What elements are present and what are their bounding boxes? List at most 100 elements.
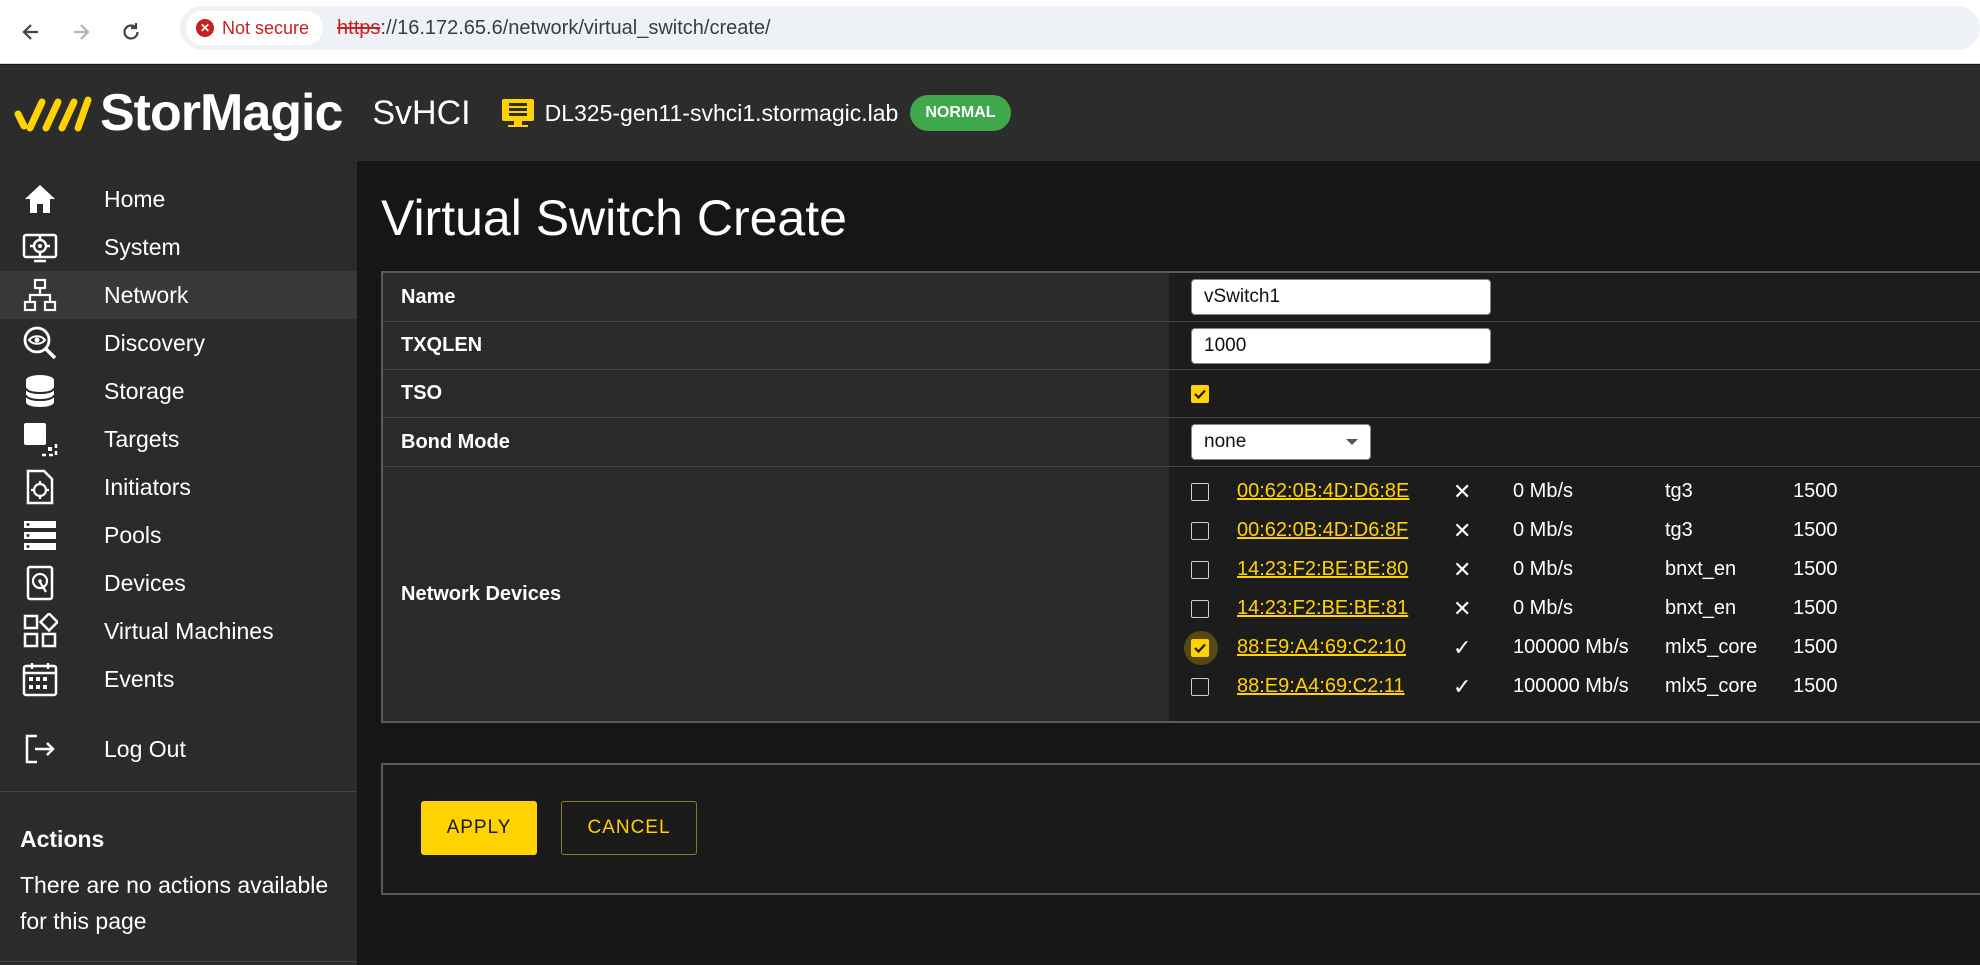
name-input[interactable]: vSwitch1 [1191, 279, 1491, 315]
network-device-row: 00:62:0B:4D:D6:8F ✕ 0 Mb/s tg3 1500 [1169, 511, 1980, 550]
sidebar-item-label: Targets [104, 425, 180, 452]
form-row-network-devices: Network Devices 00:62:0B:4D:D6:8E ✕ 0 Mb… [383, 467, 1980, 721]
hostname[interactable]: DL325-gen11-svhci1.stormagic.lab [545, 100, 899, 127]
stormagic-logo-icon [14, 96, 92, 132]
device-driver: tg3 [1665, 480, 1693, 502]
name-label: Name [401, 285, 456, 308]
tso-checkbox[interactable] [1191, 384, 1209, 403]
security-label: Not secure [222, 17, 310, 38]
device-mac-link[interactable]: 14:23:F2:BE:BE:81 [1237, 597, 1408, 620]
warning-icon: ✕ [196, 19, 214, 37]
actions-text: There are no actions available for this … [20, 872, 329, 934]
network-icon [20, 275, 60, 315]
form-row-name: Name vSwitch1 [383, 273, 1980, 322]
sidebar-item-label: Network [104, 281, 189, 308]
device-mac-link[interactable]: 14:23:F2:BE:BE:80 [1237, 558, 1408, 581]
sidebar-item-events[interactable]: Events [0, 655, 357, 703]
main-content: Virtual Switch Create Name vSwitch1 TXQL… [357, 161, 1980, 965]
link-down-icon: ✕ [1453, 517, 1472, 543]
device-mac-link[interactable]: 88:E9:A4:69:C2:11 [1237, 675, 1405, 698]
reload-icon [123, 22, 139, 40]
apply-button[interactable]: APPLY [421, 801, 537, 855]
bond-mode-label: Bond Mode [401, 430, 510, 453]
device-checkbox[interactable] [1191, 521, 1209, 540]
device-speed: 0 Mb/s [1513, 519, 1574, 541]
tso-cell [1169, 370, 1980, 417]
sidebar-item-label: Initiators [104, 473, 191, 500]
device-mtu: 1500 [1793, 597, 1838, 619]
system-icon [20, 227, 60, 267]
device-speed: 100000 Mb/s [1513, 675, 1629, 697]
actions-title: Actions [20, 826, 105, 852]
device-mac-link[interactable]: 00:62:0B:4D:D6:8F [1237, 519, 1408, 542]
device-mac-link[interactable]: 00:62:0B:4D:D6:8E [1237, 480, 1409, 503]
home-icon [20, 179, 60, 219]
sidebar-divider [0, 791, 357, 792]
device-checkbox[interactable] [1191, 599, 1209, 618]
link-down-icon: ✕ [1453, 556, 1472, 582]
bond-mode-value: none [1204, 431, 1247, 452]
device-mac-link[interactable]: 88:E9:A4:69:C2:10 [1237, 636, 1406, 659]
device-mtu: 1500 [1793, 519, 1838, 541]
device-checkbox[interactable] [1191, 560, 1209, 579]
link-down-icon: ✕ [1453, 595, 1472, 621]
discovery-icon [20, 323, 60, 363]
page-title: Virtual Switch Create [381, 190, 847, 246]
sidebar-item-virtual-machines[interactable]: Virtual Machines [0, 607, 357, 655]
sidebar-item-storage[interactable]: Storage [0, 367, 357, 415]
address-bar[interactable]: ✕ Not secure https://16.172.65.6/network… [180, 6, 1980, 50]
sidebar-item-pools[interactable]: Pools [0, 511, 357, 559]
device-checkbox[interactable] [1191, 677, 1209, 696]
devices-icon [20, 563, 60, 603]
arrow-left-icon [22, 23, 38, 40]
sidebar-item-targets[interactable]: Targets [0, 415, 357, 463]
sidebar-item-label: Virtual Machines [104, 617, 274, 644]
browser-toolbar: ✕ Not secure https://16.172.65.6/network… [0, 0, 1980, 64]
sidebar-item-discovery[interactable]: Discovery [0, 319, 357, 367]
txqlen-cell: 1000 [1169, 322, 1980, 369]
back-button[interactable] [12, 13, 50, 51]
url-scheme: https [337, 16, 381, 39]
sidebar-item-home[interactable]: Home [0, 175, 357, 223]
check-icon [1194, 643, 1206, 653]
sidebar-divider [0, 961, 357, 962]
security-chip[interactable]: ✕ Not secure [186, 11, 324, 45]
link-down-icon: ✕ [1453, 478, 1472, 504]
txqlen-input[interactable]: 1000 [1191, 327, 1491, 364]
sidebar-item-label: Log Out [104, 735, 186, 762]
sidebar-item-devices[interactable]: Devices [0, 559, 357, 607]
reload-button[interactable] [112, 13, 150, 51]
device-checkbox[interactable] [1191, 482, 1209, 501]
device-speed: 0 Mb/s [1513, 597, 1574, 619]
forward-button[interactable] [62, 13, 100, 51]
network-device-row: 88:E9:A4:69:C2:11 ✓ 100000 Mb/s mlx5_cor… [1169, 667, 1980, 706]
sidebar-item-logout[interactable]: Log Out [0, 725, 357, 773]
bond-mode-select[interactable]: none [1191, 424, 1371, 460]
status-badge: NORMAL [910, 95, 1011, 131]
arrow-right-icon [74, 23, 90, 40]
network-devices-cell: 00:62:0B:4D:D6:8E ✕ 0 Mb/s tg3 1500 00:6… [1169, 467, 1980, 721]
storage-icon [20, 371, 60, 411]
cancel-button[interactable]: CANCEL [561, 801, 697, 855]
sidebar-item-label: Storage [104, 377, 185, 404]
sidebar-item-label: Discovery [104, 329, 205, 356]
bond-mode-cell: none [1169, 418, 1980, 466]
device-driver: bnxt_en [1665, 597, 1737, 619]
link-up-icon: ✓ [1453, 673, 1472, 699]
device-mtu: 1500 [1793, 675, 1838, 697]
url-text[interactable]: https://16.172.65.6/network/virtual_swit… [337, 17, 771, 40]
device-checkbox[interactable] [1191, 638, 1209, 657]
network-device-row: 00:62:0B:4D:D6:8E ✕ 0 Mb/s tg3 1500 [1169, 472, 1980, 511]
device-speed: 0 Mb/s [1513, 558, 1574, 580]
form-actions: APPLY CANCEL [381, 763, 1980, 895]
sidebar-item-label: Pools [104, 521, 162, 548]
name-cell: vSwitch1 [1169, 273, 1980, 321]
events-icon [20, 659, 60, 699]
form-row-txqlen: TXQLEN 1000 [383, 322, 1980, 370]
sidebar-item-network[interactable]: Network [0, 271, 357, 319]
sidebar-nav: Home System Network Discovery Storage Ta… [0, 175, 357, 773]
sidebar-item-initiators[interactable]: Initiators [0, 463, 357, 511]
sidebar-item-system[interactable]: System [0, 223, 357, 271]
network-device-row: 14:23:F2:BE:BE:80 ✕ 0 Mb/s bnxt_en 1500 [1169, 550, 1980, 589]
device-speed: 0 Mb/s [1513, 480, 1574, 502]
